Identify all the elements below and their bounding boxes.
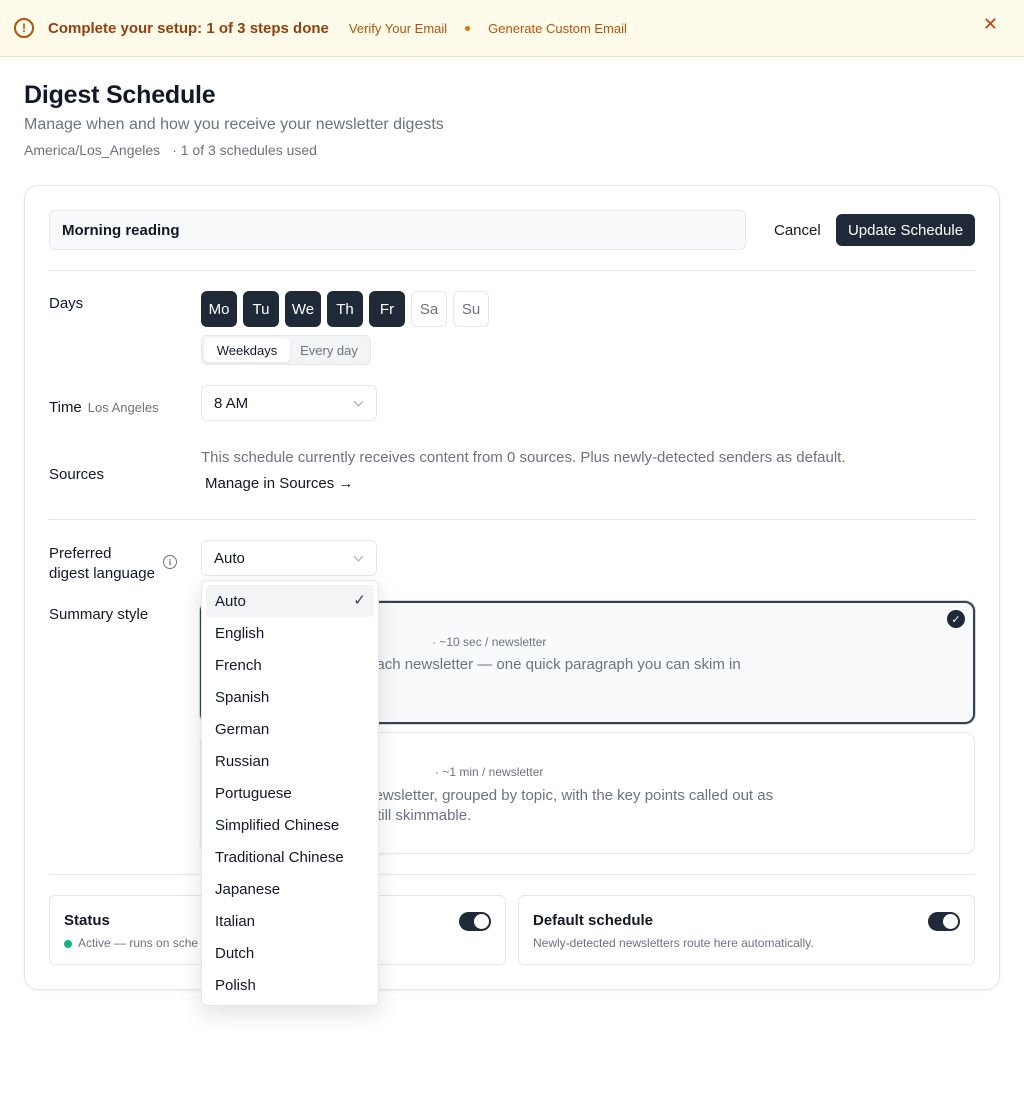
generate-email-link[interactable]: Generate Custom Email [488, 21, 627, 36]
language-dropdown-menu: Auto ✓ English French Spanish German Rus… [201, 580, 379, 1006]
manage-sources-link[interactable]: Manage in Sources → [205, 475, 353, 492]
language-label: Preferred digest language [49, 544, 155, 584]
check-circle-icon: ✓ [947, 610, 965, 628]
default-schedule-description: Newly-detected newsletters route here au… [533, 936, 814, 950]
timezone-text: America/Los_Angeles [24, 142, 161, 158]
preset-everyday-button[interactable]: Every day [290, 338, 368, 362]
banner-separator-dot [465, 25, 471, 31]
default-schedule-card: Default schedule Newly-detected newslett… [518, 895, 975, 965]
day-toggle-fr[interactable]: Fr [369, 291, 405, 327]
toggle-knob [474, 914, 489, 929]
toggle-knob [943, 914, 958, 929]
status-title: Status [64, 912, 110, 929]
schedule-meta: America/Los_Angeles · 1 of 3 schedules us… [24, 142, 317, 158]
time-label-text: Time [49, 399, 82, 416]
language-option-traditional-chinese[interactable]: Traditional Chinese [206, 841, 374, 873]
chevron-down-icon [353, 396, 364, 407]
close-icon[interactable]: ✕ [983, 15, 998, 33]
language-option-japanese[interactable]: Japanese [206, 873, 374, 905]
preset-weekdays-button[interactable]: Weekdays [204, 338, 290, 362]
language-option-simplified-chinese[interactable]: Simplified Chinese [206, 809, 374, 841]
language-label-line2: digest language [49, 565, 155, 582]
time-zone-sublabel: Los Angeles [87, 400, 159, 415]
schedule-card [24, 185, 1000, 990]
sources-description: This schedule currently receives content… [201, 449, 846, 466]
status-description: Active — runs on sche [64, 936, 198, 950]
time-label: Time Los Angeles [49, 399, 159, 416]
day-toggle-th[interactable]: Th [327, 291, 363, 327]
language-option-italian[interactable]: Italian [206, 905, 374, 937]
language-option-spanish[interactable]: Spanish [206, 681, 374, 713]
style-time-concise: · ~10 sec / newsletter [432, 635, 547, 649]
language-option-portuguese[interactable]: Portuguese [206, 777, 374, 809]
day-toggle-we[interactable]: We [285, 291, 321, 327]
default-schedule-toggle[interactable] [928, 912, 960, 931]
setup-banner: ! Complete your setup: 1 of 3 steps done… [0, 0, 1024, 57]
divider [49, 874, 975, 875]
schedule-name-input[interactable] [49, 210, 746, 250]
language-option-french[interactable]: French [206, 649, 374, 681]
update-schedule-button[interactable]: Update Schedule [836, 214, 975, 246]
verify-email-link[interactable]: Verify Your Email [349, 21, 447, 36]
status-toggle[interactable] [459, 912, 491, 931]
day-toggle-tu[interactable]: Tu [243, 291, 279, 327]
language-option-auto[interactable]: Auto ✓ [206, 585, 374, 617]
divider [49, 270, 975, 271]
language-option-russian[interactable]: Russian [206, 745, 374, 777]
language-option-dutch[interactable]: Dutch [206, 937, 374, 969]
cancel-button[interactable]: Cancel [763, 214, 832, 246]
language-select-value: Auto [214, 549, 245, 567]
day-toggle-sa[interactable]: Sa [411, 291, 447, 327]
default-schedule-title: Default schedule [533, 912, 654, 929]
status-description-text: Active — runs on sche [78, 936, 199, 950]
day-toggle-su[interactable]: Su [453, 291, 489, 327]
status-active-dot [64, 939, 72, 948]
check-icon: ✓ [353, 592, 366, 609]
setup-progress-text: Complete your setup: 1 of 3 steps done [48, 19, 329, 37]
sources-label: Sources [49, 466, 105, 483]
schedule-usage-text: · 1 of 3 schedules used [172, 142, 317, 158]
language-label-line1: Preferred [49, 545, 112, 562]
language-option-polish[interactable]: Polish [206, 969, 374, 1001]
days-label: Days [49, 295, 84, 312]
summary-style-label: Summary style [49, 606, 149, 623]
day-toggle-mo[interactable]: Mo [201, 291, 237, 327]
time-select-value: 8 AM [214, 394, 249, 412]
warning-icon: ! [14, 18, 34, 38]
chevron-down-icon [353, 551, 364, 562]
language-select[interactable]: Auto [201, 540, 377, 576]
info-icon[interactable]: i [163, 555, 177, 569]
page-title: Digest Schedule [24, 81, 216, 109]
page-subtitle: Manage when and how you receive your new… [24, 116, 444, 133]
language-option-english[interactable]: English [206, 617, 374, 649]
style-time-detailed: · ~1 min / newsletter [435, 765, 544, 779]
divider [49, 519, 975, 520]
option-label: Auto [215, 592, 246, 610]
day-preset-segmented: Weekdays Every day [201, 335, 371, 365]
language-option-german[interactable]: German [206, 713, 374, 745]
time-select[interactable]: 8 AM [201, 385, 377, 421]
